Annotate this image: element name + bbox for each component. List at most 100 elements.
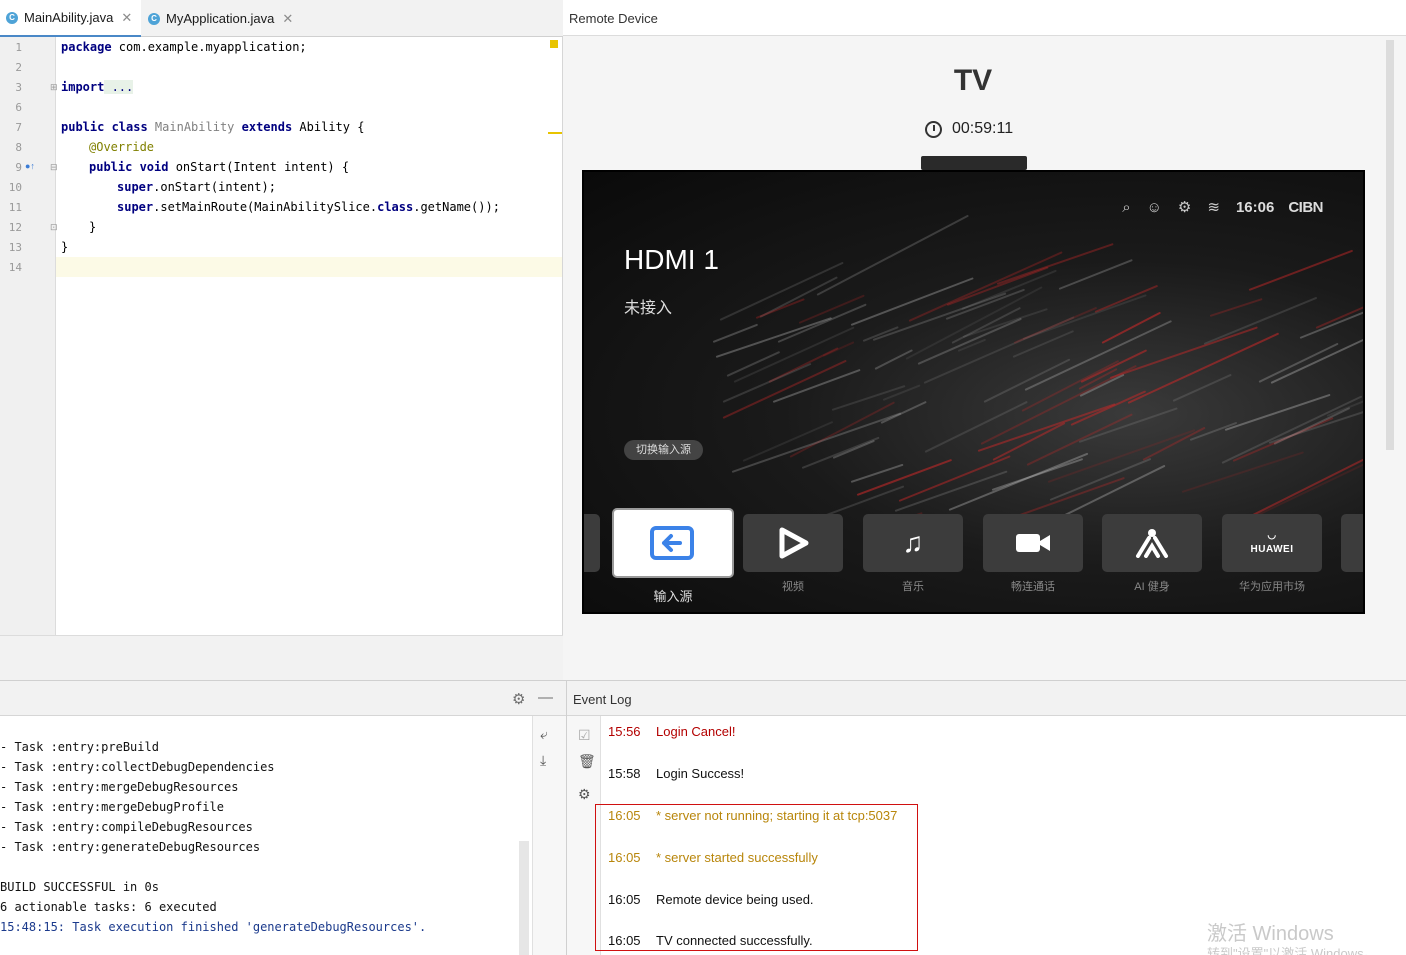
- activation-watermark-sub: 转到"设置"以激活 Windows。: [1207, 946, 1377, 955]
- line-number: 10: [8, 181, 22, 194]
- app-tile-video-call[interactable]: [983, 514, 1083, 572]
- wallpaper-streak: [1315, 290, 1363, 330]
- app-tile-video[interactable]: [743, 514, 843, 572]
- close-icon[interactable]: ✕: [282, 11, 293, 27]
- wallpaper-streak: [1252, 438, 1363, 517]
- line-number: 7: [15, 121, 22, 134]
- timer-value: 00:59:11: [952, 120, 1014, 137]
- folded-imports[interactable]: ...: [104, 80, 134, 94]
- code-line: }: [89, 220, 97, 234]
- code-line: package com.example.myapplication;: [61, 40, 307, 54]
- tv-screen[interactable]: ⌕ ☺ ⚙ ≋ 16:06 CIBN HDMI 1 未接入 切换输入源 输入源 …: [582, 170, 1365, 614]
- event-log-header: Event Log: [567, 681, 1406, 716]
- tv-status-bar: ⌕ ☺ ⚙ ≋ 16:06 CIBN: [1106, 198, 1323, 217]
- wallpaper-streak: [856, 459, 952, 497]
- event-log-panel: Event Log ☑ 🗑 ⚙ 15:56 Login Cancel! 15:5…: [566, 680, 1406, 955]
- build-log-line: - Task :entry:mergeDebugResources: [0, 780, 239, 794]
- wallpaper-streak: [712, 323, 758, 343]
- user-icon[interactable]: ☺: [1147, 199, 1162, 216]
- tab-main-ability[interactable]: C MainAbility.java ✕: [0, 0, 141, 37]
- build-scrollbar[interactable]: [519, 841, 529, 955]
- java-class-icon: C: [6, 11, 18, 24]
- code-line: }: [61, 240, 69, 254]
- log-message: Login Success!: [656, 766, 745, 781]
- warning-stripe[interactable]: [548, 132, 562, 134]
- tab-label: MyApplication.java: [166, 11, 275, 26]
- input-source-status: 未接入: [624, 300, 673, 317]
- build-output-header: ⚙ —: [0, 681, 566, 716]
- wifi-icon: ≋: [1207, 199, 1220, 216]
- java-class-icon: C: [148, 12, 160, 25]
- app-label: AI 健身: [1134, 581, 1170, 593]
- code-line: public class MainAbility extends Ability…: [61, 120, 365, 134]
- tab-my-application[interactable]: C MyApplication.java ✕: [142, 0, 302, 37]
- app-label: 音乐: [902, 581, 924, 593]
- mark-read-icon[interactable]: ☑: [578, 727, 591, 744]
- app-label: 畅连通话: [1011, 581, 1055, 593]
- app-label: 视频: [782, 581, 804, 593]
- tv-clock: 16:06: [1235, 198, 1275, 216]
- wallpaper-streak: [1258, 343, 1339, 384]
- video-camera-icon: [1016, 534, 1050, 552]
- build-output-panel: ⚙ — - Task :entry:preBuild - Task :entry:…: [0, 680, 566, 955]
- build-toolbar: ⤶ ⤓: [532, 716, 566, 955]
- gear-icon[interactable]: ⚙: [512, 690, 525, 708]
- line-number: 13: [8, 241, 22, 254]
- wallpaper-streak: [1209, 297, 1263, 317]
- wallpaper-streak: [1270, 337, 1363, 384]
- line-number: 8: [15, 141, 22, 154]
- wallpaper-streak: [875, 349, 914, 371]
- line-number: 14: [8, 261, 22, 274]
- wallpaper-streak: [822, 341, 856, 357]
- settings-icon[interactable]: ⚙: [578, 786, 591, 803]
- warning-marker[interactable]: [550, 40, 558, 48]
- remote-device-header: Remote Device: [563, 0, 1406, 36]
- remote-scrollbar-thumb[interactable]: [1386, 40, 1394, 450]
- highlight-box: [595, 804, 918, 951]
- app-label: 输入源: [653, 589, 693, 604]
- build-log-line: - Task :entry:compileDebugResources: [0, 820, 253, 834]
- line-number-gutter: 1 2 3 6 7 8 9 10 11 12 13 14 ⊞ ●↑ ⊟ ⊡: [0, 37, 58, 635]
- wallpaper-streak: [1012, 330, 1075, 359]
- app-tile-app-gallery[interactable]: ◡ HUAWEI: [1222, 514, 1322, 572]
- music-note-icon: ♫: [902, 527, 924, 558]
- minimize-icon[interactable]: —: [538, 689, 553, 706]
- editor-tab-bar: C MainAbility.java ✕ C MyApplication.jav…: [0, 0, 563, 37]
- code-line: import ...: [61, 80, 134, 94]
- wallpaper-streak: [984, 358, 1071, 403]
- code-area[interactable]: package com.example.myapplication; impor…: [56, 37, 562, 635]
- app-tile-ai-fitness[interactable]: [1102, 514, 1202, 572]
- code-editor: C MainAbility.java ✕ C MyApplication.jav…: [0, 0, 563, 680]
- line-number: 11: [8, 201, 22, 214]
- code-line: @Override: [89, 140, 155, 154]
- app-tile-input-source[interactable]: [612, 508, 734, 578]
- build-log-line: - Task :entry:mergeDebugProfile: [0, 800, 224, 814]
- brand-logo: CIBN: [1288, 198, 1323, 216]
- app-tile-partial-right[interactable]: [1341, 514, 1363, 572]
- fitness-icon: [1136, 529, 1168, 558]
- log-entry: 15:58 Login Success!: [608, 765, 744, 783]
- activation-watermark: 激活 Windows: [1207, 923, 1334, 945]
- close-icon[interactable]: ✕: [121, 10, 132, 26]
- line-number: 2: [15, 61, 22, 74]
- session-timer: 00:59:11: [925, 118, 1013, 140]
- switch-input-button[interactable]: 切换输入源: [624, 440, 703, 460]
- code-line: super.onStart(intent);: [117, 180, 276, 194]
- line-number: 3: [15, 81, 22, 94]
- editor-footer: [0, 635, 563, 680]
- line-number: 1: [15, 41, 22, 54]
- override-marker-icon[interactable]: ●↑: [25, 161, 35, 171]
- app-label: 华为应用市场: [1239, 581, 1305, 593]
- gear-icon[interactable]: ⚙: [1178, 198, 1191, 216]
- trash-icon[interactable]: 🗑: [578, 753, 596, 770]
- app-tile-music[interactable]: ♫: [863, 514, 963, 572]
- search-icon[interactable]: ⌕: [1122, 199, 1130, 216]
- line-number: 9: [15, 161, 22, 174]
- app-tile-partial-left[interactable]: [584, 514, 600, 572]
- scroll-to-end-icon[interactable]: ⤓: [540, 752, 546, 769]
- line-number: 12: [8, 221, 22, 234]
- log-time: 15:56: [608, 724, 641, 739]
- soft-wrap-icon[interactable]: ⤶: [540, 726, 548, 743]
- wallpaper-streak: [1094, 284, 1159, 313]
- huawei-logo: ◡ HUAWEI: [1250, 530, 1294, 555]
